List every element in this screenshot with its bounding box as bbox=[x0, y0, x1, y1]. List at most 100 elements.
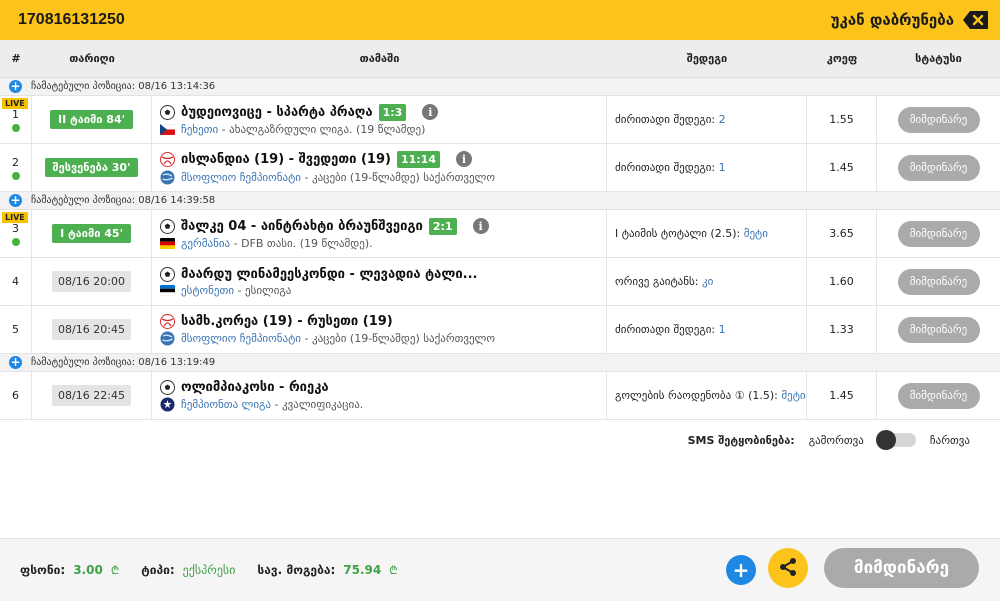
plus-icon[interactable]: + bbox=[9, 80, 22, 93]
ticket-id: 170816131250 bbox=[18, 11, 125, 28]
outcome-label: ძირითადი შედეგი: bbox=[615, 112, 716, 126]
row-number-cell: LIVE 3 bbox=[0, 210, 32, 257]
country-name[interactable]: გერმანია bbox=[181, 237, 230, 250]
table-row: 5 08/16 20:45 სამხ.კორეა (19) - რუსეთი (19… bbox=[0, 306, 1000, 354]
row-number-cell: 2 bbox=[0, 144, 32, 191]
outcome-cell: ორივე გაიტანს: კი bbox=[607, 258, 807, 305]
outcome-pick: მეტი bbox=[743, 226, 768, 240]
live-time-badge: I ტაიმი 45' bbox=[52, 224, 131, 243]
plus-icon[interactable]: + bbox=[9, 194, 22, 207]
country-name[interactable]: მსოფლიო ჩემპიონატი bbox=[181, 171, 301, 184]
odds-cell: 1.55 bbox=[807, 96, 877, 143]
country-name[interactable]: ჩემპიონთა ლიგა bbox=[181, 398, 271, 411]
sms-toggle[interactable] bbox=[875, 430, 916, 450]
match-name[interactable]: ოლიმპიაკოსი - რიეკა bbox=[181, 380, 329, 395]
live-badge: LIVE bbox=[2, 212, 28, 223]
status-cell: მიმდინარე bbox=[877, 372, 1000, 419]
group-header: + ჩამატებული პოზიცია: 08/16 13:19:49 bbox=[0, 354, 1000, 372]
league-text: მსოფლიო ჩემპიონატი - კაცები (19-წლამდე) … bbox=[181, 170, 495, 184]
info-icon[interactable]: i bbox=[472, 218, 489, 234]
group-label: ჩამატებული პოზიცია: 08/16 13:19:49 bbox=[31, 357, 216, 368]
match-cell: ბუდეიოვიცე - სპარტა პრაღა 1:3 i ჩეხეთი - ახ… bbox=[152, 96, 607, 143]
live-time-badge: შესვენება 30' bbox=[44, 158, 139, 177]
odds-cell: 1.45 bbox=[807, 144, 877, 191]
status-cell: მიმდინარე bbox=[877, 306, 1000, 353]
back-button[interactable]: უკან დაბრუნება bbox=[831, 10, 990, 30]
match-name[interactable]: ბუდეიოვიცე - სპარტა პრაღა bbox=[181, 105, 373, 120]
type-label: ტიპი: bbox=[141, 563, 175, 577]
status-button[interactable]: მიმდინარე bbox=[897, 316, 980, 343]
status-button[interactable]: მიმდინარე bbox=[897, 220, 980, 247]
odds-cell: 3.65 bbox=[807, 210, 877, 257]
ticket-status-button[interactable]: მიმდინარე bbox=[824, 548, 979, 588]
outcome-cell: ძირითადი შედეგი: 1 bbox=[607, 306, 807, 353]
add-button[interactable]: + bbox=[726, 555, 756, 585]
col-status: სტატუსი bbox=[915, 52, 962, 65]
outcome-text: გოლების რაოდენობა ① (1.5): მეტი bbox=[615, 389, 806, 403]
league-line: გერმანია - DFB თასი. (19 წლამდე). bbox=[160, 237, 373, 250]
live-badge: LIVE bbox=[2, 98, 28, 109]
estonia-flag-icon bbox=[160, 284, 175, 296]
country-name[interactable]: ესტონეთი bbox=[181, 284, 234, 297]
live-dot-icon bbox=[11, 171, 20, 180]
football-icon bbox=[160, 218, 175, 234]
country-name[interactable]: მსოფლიო ჩემპიონატი bbox=[181, 332, 301, 345]
win-value: 75.94 bbox=[343, 563, 382, 577]
league-name: ახალგაზრდული ლიგა. (19 წლამდე) bbox=[229, 122, 426, 136]
odds-value: 1.45 bbox=[829, 389, 854, 402]
possible-win: სავ. მოგება: 75.94 ₾ bbox=[257, 563, 397, 578]
odds-value: 3.65 bbox=[829, 227, 854, 240]
share-button[interactable] bbox=[768, 548, 808, 588]
type-value: ექსპრესი bbox=[182, 563, 236, 577]
outcome-cell: გოლების რაოდენობა ① (1.5): მეტი bbox=[607, 372, 807, 419]
outcome-pick: 1 bbox=[718, 160, 726, 174]
row-number-cell: 5 bbox=[0, 306, 32, 353]
outcome-text: ძირითადი შედეგი: 1 bbox=[615, 323, 726, 337]
match-line: ბუდეიოვიცე - სპარტა პრაღა 1:3 i bbox=[160, 103, 439, 121]
outcome-pick: 1 bbox=[718, 322, 726, 336]
scheduled-time: 08/16 20:00 bbox=[52, 271, 131, 292]
plus-icon[interactable]: + bbox=[9, 356, 22, 369]
scheduled-time: 08/16 22:45 bbox=[52, 385, 131, 406]
row-number: 4 bbox=[12, 275, 19, 288]
stake: ფსონი: 3.00 ₾ bbox=[20, 563, 119, 578]
live-score: 2:1 bbox=[428, 217, 457, 235]
league-name: ესილიგა bbox=[244, 283, 292, 297]
info-icon[interactable]: i bbox=[422, 104, 439, 120]
info-icon[interactable]: i bbox=[455, 151, 472, 167]
status-button[interactable]: მიმდინარე bbox=[897, 268, 980, 295]
outcome-label: გოლების რაოდენობა ① (1.5): bbox=[615, 388, 778, 402]
league-line: მსოფლიო ჩემპიონატი - კაცები (19-წლამდე) … bbox=[160, 331, 495, 346]
status-button[interactable]: მიმდინარე bbox=[897, 154, 980, 181]
date-cell: I ტაიმი 45' bbox=[32, 210, 152, 257]
outcome-label: ძირითადი შედეგი: bbox=[615, 322, 716, 336]
match-cell: ოლიმპიაკოსი - რიეკა ჩემპიონთა ლიგა - კვალ… bbox=[152, 372, 607, 419]
match-name[interactable]: სამხ.კორეა (19) - რუსეთი (19) bbox=[181, 314, 393, 329]
football-icon bbox=[160, 266, 175, 282]
date-cell: 08/16 20:00 bbox=[32, 258, 152, 305]
status-button[interactable]: მიმდინარე bbox=[897, 106, 980, 133]
handball-icon bbox=[160, 151, 175, 167]
football-icon bbox=[160, 104, 175, 120]
match-cell: მაარდუ ლინამეესკონდი - ლევადია ტალი... ეს… bbox=[152, 258, 607, 305]
match-name[interactable]: ისლანდია (19) - შვედეთი (19) bbox=[181, 152, 391, 167]
scheduled-time: 08/16 20:45 bbox=[52, 319, 131, 340]
group-header: + ჩამატებული პოზიცია: 08/16 13:14:36 bbox=[0, 78, 1000, 96]
live-dot-icon bbox=[11, 123, 20, 132]
match-name[interactable]: მაარდუ ლინამეესკონდი - ლევადია ტალი... bbox=[181, 267, 477, 282]
group-label: ჩამატებული პოზიცია: 08/16 13:14:36 bbox=[31, 81, 216, 92]
match-line: მაარდუ ლინამეესკონდი - ლევადია ტალი... bbox=[160, 266, 477, 282]
table-row: LIVE 3 I ტაიმი 45' შალკე 04 - აინტრახტი ბრა… bbox=[0, 210, 1000, 258]
odds-value: 1.55 bbox=[829, 113, 854, 126]
group-label: ჩამატებული პოზიცია: 08/16 14:39:58 bbox=[31, 195, 216, 206]
match-cell: ისლანდია (19) - შვედეთი (19) 11:14 i მსოფლი… bbox=[152, 144, 607, 191]
status-button[interactable]: მიმდინარე bbox=[897, 382, 980, 409]
country-name[interactable]: ჩეხეთი bbox=[181, 123, 218, 136]
currency-icon: ₾ bbox=[389, 563, 398, 577]
match-cell: შალკე 04 - აინტრახტი ბრაუნშვეიგი 2:1 i გერმ… bbox=[152, 210, 607, 257]
outcome-text: ძირითადი შედეგი: 1 bbox=[615, 161, 726, 175]
league-text: ესტონეთი - ესილიგა bbox=[181, 283, 292, 297]
match-name[interactable]: შალკე 04 - აინტრახტი ბრაუნშვეიგი bbox=[181, 219, 423, 234]
win-label: სავ. მოგება: bbox=[257, 563, 336, 577]
sms-label: SMS შეტყობინება: bbox=[687, 433, 795, 447]
